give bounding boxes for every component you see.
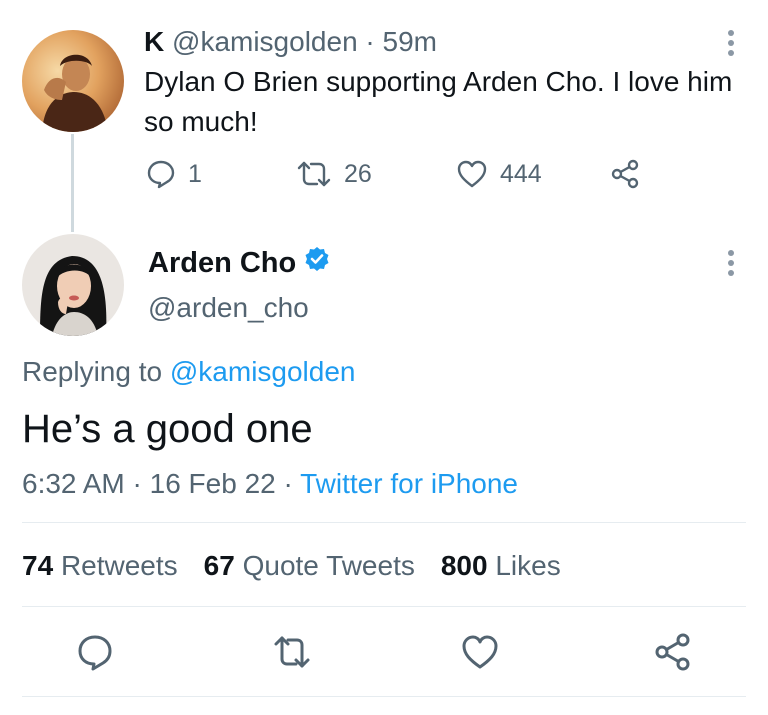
replying-handle-link[interactable]: @kamisgolden: [170, 356, 356, 387]
share-icon: [610, 159, 640, 189]
parent-retweet-button[interactable]: 26: [296, 154, 372, 194]
retweet-icon: [272, 632, 312, 672]
share-icon: [653, 632, 693, 672]
reply-button[interactable]: [75, 632, 115, 672]
divider: [22, 696, 746, 697]
parent-like-button[interactable]: 444: [456, 154, 542, 194]
like-icon: [456, 159, 488, 189]
engagement-stats: 74 Retweets 67 Quote Tweets 800 Likes: [22, 548, 561, 584]
parent-handle[interactable]: @kamisgolden: [172, 26, 358, 57]
retweets-stat[interactable]: 74 Retweets: [22, 548, 178, 584]
tweet-date[interactable]: 16 Feb 22: [150, 468, 276, 499]
share-button[interactable]: [653, 632, 693, 672]
main-author[interactable]: Arden Cho: [148, 244, 330, 282]
verified-badge-icon: [304, 244, 330, 282]
main-handle[interactable]: @arden_cho: [148, 290, 309, 326]
parent-like-count: 444: [500, 159, 542, 188]
retweet-button[interactable]: [272, 632, 312, 672]
tweet-detail-view: K @kamisgolden · 59m Dylan O Brien suppo…: [0, 0, 768, 715]
divider: [22, 522, 746, 523]
parent-tweet-text: Dylan O Brien supporting Arden Cho. I lo…: [144, 66, 733, 137]
main-tweet-text: He’s a good one: [22, 407, 313, 451]
more-icon[interactable]: [726, 248, 736, 278]
tweet-time[interactable]: 6:32 AM: [22, 468, 125, 499]
likes-stat[interactable]: 800 Likes: [441, 548, 561, 584]
quote-tweets-stat[interactable]: 67 Quote Tweets: [204, 548, 415, 584]
retweets-label: Retweets: [60, 550, 178, 581]
parent-reply-count: 1: [188, 159, 202, 188]
retweet-icon: [296, 159, 332, 189]
parent-tweet-header: K @kamisgolden · 59m: [144, 24, 437, 60]
retweets-count: 74: [22, 550, 54, 581]
like-icon: [460, 632, 500, 672]
meta-separator: ·: [132, 468, 142, 499]
main-display-name[interactable]: Arden Cho: [148, 244, 296, 282]
reply-icon: [146, 159, 176, 189]
tweet-source-link[interactable]: Twitter for iPhone: [300, 468, 518, 499]
replying-prefix: Replying to: [22, 356, 163, 387]
likes-count: 800: [440, 550, 488, 581]
parent-reply-button[interactable]: 1: [146, 154, 202, 194]
reply-icon: [75, 632, 115, 672]
meta-separator: ·: [283, 468, 293, 499]
more-icon[interactable]: [726, 28, 736, 58]
thread-connector-line: [71, 134, 74, 232]
replying-to: Replying to @kamisgolden: [22, 354, 356, 390]
tweet-metadata: 6:32 AM · 16 Feb 22 · Twitter for iPhone: [22, 466, 518, 502]
parent-share-button[interactable]: [610, 154, 640, 194]
quote-tweets-count: 67: [203, 550, 235, 581]
like-button[interactable]: [460, 632, 500, 672]
parent-retweet-count: 26: [344, 159, 372, 188]
parent-separator: ·: [365, 26, 375, 57]
parent-avatar[interactable]: [22, 30, 124, 132]
parent-time[interactable]: 59m: [383, 26, 437, 57]
parent-display-name[interactable]: K: [144, 26, 164, 57]
main-avatar[interactable]: [22, 234, 124, 336]
quote-tweets-label: Quote Tweets: [242, 550, 415, 581]
divider: [22, 606, 746, 607]
likes-label: Likes: [495, 550, 561, 581]
